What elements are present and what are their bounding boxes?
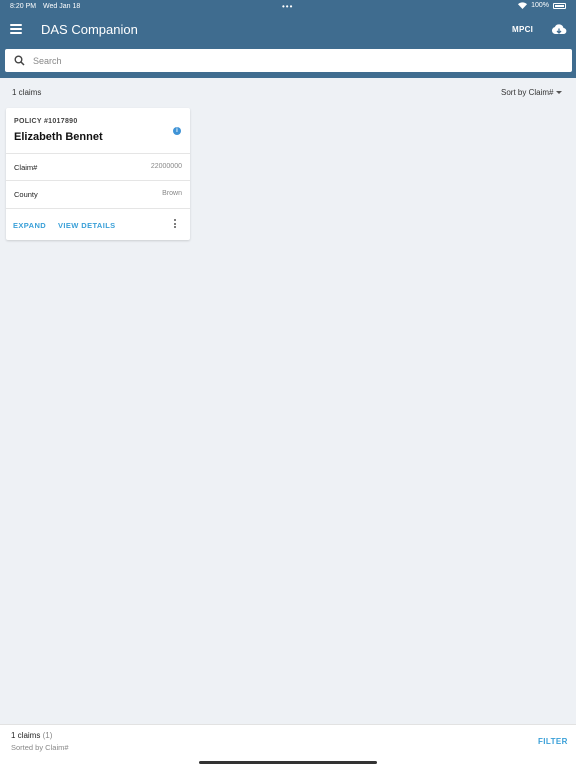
card-row-claim: Claim# 22000000	[6, 153, 190, 180]
status-indicators: 100%	[518, 2, 566, 9]
battery-icon	[553, 2, 566, 9]
status-time: 8:20 PM	[10, 3, 37, 10]
battery-percent: 100%	[531, 2, 549, 9]
cloud-download-icon[interactable]	[551, 22, 567, 38]
hamburger-menu-icon[interactable]	[10, 24, 22, 34]
row-label: County	[14, 190, 38, 199]
search-bar	[5, 49, 572, 72]
filter-button[interactable]: FILTER	[538, 737, 568, 746]
wifi-icon	[518, 2, 528, 9]
app-bar: DAS Companion MPCI	[0, 14, 576, 46]
row-label: Claim#	[14, 163, 38, 172]
view-details-button[interactable]: VIEW DETAILS	[58, 221, 116, 230]
row-value: Brown	[162, 190, 182, 197]
policy-number: POLICY #1017890	[14, 118, 78, 125]
search-icon	[14, 55, 25, 66]
program-mpci-button[interactable]: MPCI	[512, 25, 533, 34]
footer-sorted-by: Sorted by Claim#	[11, 743, 69, 752]
claim-card: POLICY #1017890 Elizabeth Bennet i Claim…	[6, 108, 190, 240]
app-header: 8:20 PM Wed Jan 18 ••• 100% DAS Companio…	[0, 0, 576, 78]
claims-count: 1 claims	[12, 88, 42, 97]
app-title: DAS Companion	[41, 22, 138, 37]
insured-name: Elizabeth Bennet	[14, 131, 103, 143]
multitasking-dots[interactable]: •••	[282, 2, 293, 11]
footer-count-sub: (1)	[42, 731, 53, 740]
footer-bar: 1 claims (1) Sorted by Claim# FILTER	[0, 724, 576, 768]
more-vert-icon[interactable]	[172, 219, 178, 231]
status-date: Wed Jan 18	[43, 3, 81, 10]
card-actions: EXPAND VIEW DETAILS	[6, 208, 190, 240]
caret-down-icon	[556, 91, 563, 94]
home-indicator[interactable]	[199, 761, 377, 764]
info-icon[interactable]: i	[173, 127, 181, 135]
card-row-county: County Brown	[6, 180, 190, 207]
expand-button[interactable]: EXPAND	[13, 221, 46, 230]
footer-claims-count: 1 claims (1)	[11, 731, 52, 740]
sort-label: Sort by Claim#	[501, 88, 554, 97]
status-bar: 8:20 PM Wed Jan 18 ••• 100%	[0, 0, 576, 14]
row-value: 22000000	[150, 163, 182, 170]
footer-count-text: 1 claims	[11, 731, 41, 740]
sort-dropdown[interactable]: Sort by Claim#	[501, 88, 563, 97]
search-input[interactable]	[33, 52, 563, 69]
